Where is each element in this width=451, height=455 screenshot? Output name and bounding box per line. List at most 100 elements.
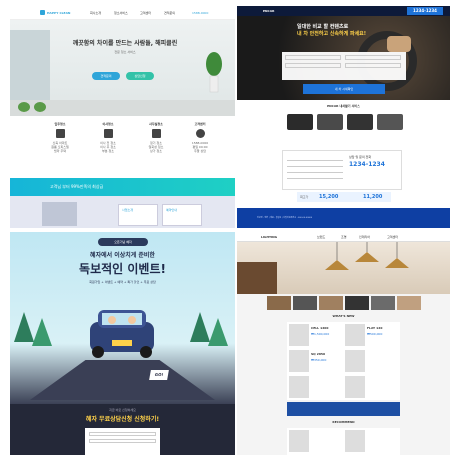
- stats-panel: 상담 및 문의 전화 1234-1234: [282, 150, 402, 190]
- info-card[interactable]: 예약안내: [162, 204, 202, 226]
- hero-section: [237, 242, 450, 294]
- hero-line: 내 차 안전하고 신속하게 파세요!: [297, 31, 367, 37]
- section-title: WHAT'S NEW: [332, 314, 355, 318]
- primary-button[interactable]: 견적문의: [92, 72, 120, 80]
- car-image[interactable]: [287, 114, 313, 130]
- category-thumb[interactable]: [319, 296, 343, 310]
- service-title: 사무실청소: [149, 122, 163, 126]
- hero-headline: 일대한 비교 할 컨텐츠로 내 차 안전하고 신속하게 파세요!: [297, 24, 387, 38]
- form-input[interactable]: [89, 439, 156, 443]
- tree-icon: [14, 312, 54, 356]
- product-image[interactable]: [289, 376, 309, 398]
- service-card[interactable]: 입주청소 신축 아파트 원룸 오피스텔 빌라 주택: [40, 122, 80, 153]
- promo-strip[interactable]: [287, 402, 400, 416]
- banner-subtitle: 지금 바로 신청하세요: [109, 408, 136, 412]
- card-title: 사업소개: [122, 208, 134, 212]
- nav-item[interactable]: 견적문의: [164, 11, 175, 15]
- logo-text[interactable]: ENCAR: [263, 9, 274, 13]
- car-illustration: [82, 304, 162, 360]
- plant-icon: [205, 50, 223, 95]
- car-image[interactable]: [347, 114, 373, 130]
- category-thumb[interactable]: [345, 296, 369, 310]
- service-line: 주말 상담: [194, 149, 206, 153]
- nav-item[interactable]: 브랜드: [317, 235, 325, 239]
- product-image[interactable]: [289, 350, 309, 372]
- nav-item[interactable]: 청소서비스: [114, 11, 128, 15]
- nav-item[interactable]: 조명: [341, 235, 347, 239]
- logo-icon: [40, 10, 45, 15]
- service-card[interactable]: 고객센터 1588-0000 평일 09:00 주말 상담: [180, 122, 220, 153]
- tile-cleaning-site[interactable]: HAPPY CLEAN 회사소개 청소서비스 고객센터 견적문의 1588-00…: [10, 6, 235, 228]
- product-image[interactable]: [345, 350, 365, 372]
- site-footer: 상호명 : 엔카 | 대표 : 홍길동 | 사업자등록번호 : 000-00-0…: [237, 208, 450, 228]
- carousel-dots[interactable]: [114, 104, 130, 119]
- info-card[interactable]: 사업소개: [118, 204, 158, 226]
- recommend-grid: [287, 428, 400, 455]
- site-header: HAPPY CLEAN 회사소개 청소서비스 고객센터 견적문의 1588-00…: [10, 6, 235, 20]
- form-input[interactable]: [89, 432, 156, 436]
- nav-item[interactable]: 인테리어: [359, 235, 370, 239]
- quote-form[interactable]: [282, 52, 406, 80]
- product-name[interactable]: SQ 2850: [311, 352, 325, 356]
- consult-phone[interactable]: 1234-1234: [349, 161, 385, 168]
- signup-banner[interactable]: 지금 바로 신청하세요 혜자 무료상담신청 신청하기!: [10, 404, 235, 455]
- category-thumb[interactable]: [267, 296, 291, 310]
- consult-title: 상담 및 문의 전화: [349, 155, 372, 159]
- tree-icon: [190, 312, 230, 356]
- card-image: [42, 202, 77, 226]
- banner-title[interactable]: 혜자 무료상담신청 신청하기!: [10, 414, 235, 423]
- site-header: LIGHTING 브랜드 조명 인테리어 고객센터: [237, 232, 450, 242]
- car-image[interactable]: [317, 114, 343, 130]
- product-image[interactable]: [345, 324, 365, 346]
- category-thumb[interactable]: [397, 296, 421, 310]
- hand-image: [387, 36, 411, 52]
- promo-banner[interactable]: 고객님 부터 99%만족의 최상급: [10, 178, 235, 196]
- form-input[interactable]: [345, 55, 401, 60]
- car-image[interactable]: [377, 114, 403, 130]
- service-line: 상가 청소: [150, 149, 162, 153]
- service-line: 부분 청소: [102, 149, 114, 153]
- logo-text[interactable]: HAPPY CLEAN: [47, 11, 70, 15]
- content-section: ENCAR 내차팔기 서비스 상담 및 문의 전화 1234-1234 최고가 …: [237, 100, 450, 208]
- category-thumb[interactable]: [293, 296, 317, 310]
- service-card[interactable]: 사무실청소 정기 청소 일회성 청소 상가 청소: [136, 122, 176, 153]
- product-image[interactable]: [345, 376, 365, 398]
- truck-icon: [103, 129, 113, 138]
- form-input[interactable]: [285, 63, 341, 68]
- bottom-section: 사업소개 예약안내: [10, 196, 235, 228]
- submit-button[interactable]: 내 차 시세확인: [303, 84, 385, 94]
- tile-lighting-shop[interactable]: LIGHTING 브랜드 조명 인테리어 고객센터 WHAT'S NEW CEL…: [237, 232, 450, 455]
- service-title: 입주청소: [54, 122, 66, 126]
- event-title-line2: 독보적인 이벤트!: [79, 262, 166, 276]
- hero-line: 일대한 비교 할 컨텐츠로: [297, 24, 349, 30]
- form-input[interactable]: [345, 63, 401, 68]
- category-thumb[interactable]: [371, 296, 395, 310]
- price-label: 최고가: [300, 195, 309, 199]
- card-title: 예약안내: [166, 208, 178, 212]
- service-line: 빌라 주택: [54, 149, 66, 153]
- nav-item[interactable]: 회사소개: [90, 11, 101, 15]
- event-title-line1: 혜자에서 이상치게 준비한: [90, 252, 155, 259]
- go-sign: GO!: [149, 370, 169, 380]
- office-icon: [151, 129, 161, 138]
- signup-form[interactable]: [85, 428, 160, 455]
- header-phone[interactable]: 1234-1234: [407, 7, 443, 15]
- tile-event-promo[interactable]: 오픈기념 혜자 혜자에서 이상치게 준비한 독보적인 이벤트! 회원가입 + 이…: [10, 232, 235, 455]
- logo-text[interactable]: LIGHTING: [261, 235, 277, 239]
- hero-window: [10, 30, 50, 105]
- product-name[interactable]: FLAT 120: [367, 326, 382, 330]
- nav-item[interactable]: 고객센터: [387, 235, 398, 239]
- product-image[interactable]: [289, 430, 309, 452]
- price-value: 11,200: [363, 194, 383, 200]
- car-gallery: [287, 114, 403, 140]
- product-grid: CELL 1200 ₩1,500,000 FLAT 120 ₩500,000 S…: [287, 322, 400, 400]
- tile-car-site[interactable]: ENCAR 1234-1234 일대한 비교 할 컨텐츠로 내 차 안전하고 신…: [237, 6, 450, 228]
- service-card[interactable]: 이사청소 이사 전 청소 이사 후 청소 부분 청소: [88, 122, 128, 153]
- secondary-button[interactable]: 상담신청: [126, 72, 154, 80]
- product-image[interactable]: [345, 430, 365, 452]
- event-subtitle: 회원가입 + 이벤트 + 예약 + 특가 할인 + 무료 상담: [89, 280, 156, 284]
- nav-item[interactable]: 고객센터: [140, 11, 151, 15]
- form-input[interactable]: [285, 55, 341, 60]
- product-image[interactable]: [289, 324, 309, 346]
- product-name[interactable]: CELL 1200: [311, 326, 328, 330]
